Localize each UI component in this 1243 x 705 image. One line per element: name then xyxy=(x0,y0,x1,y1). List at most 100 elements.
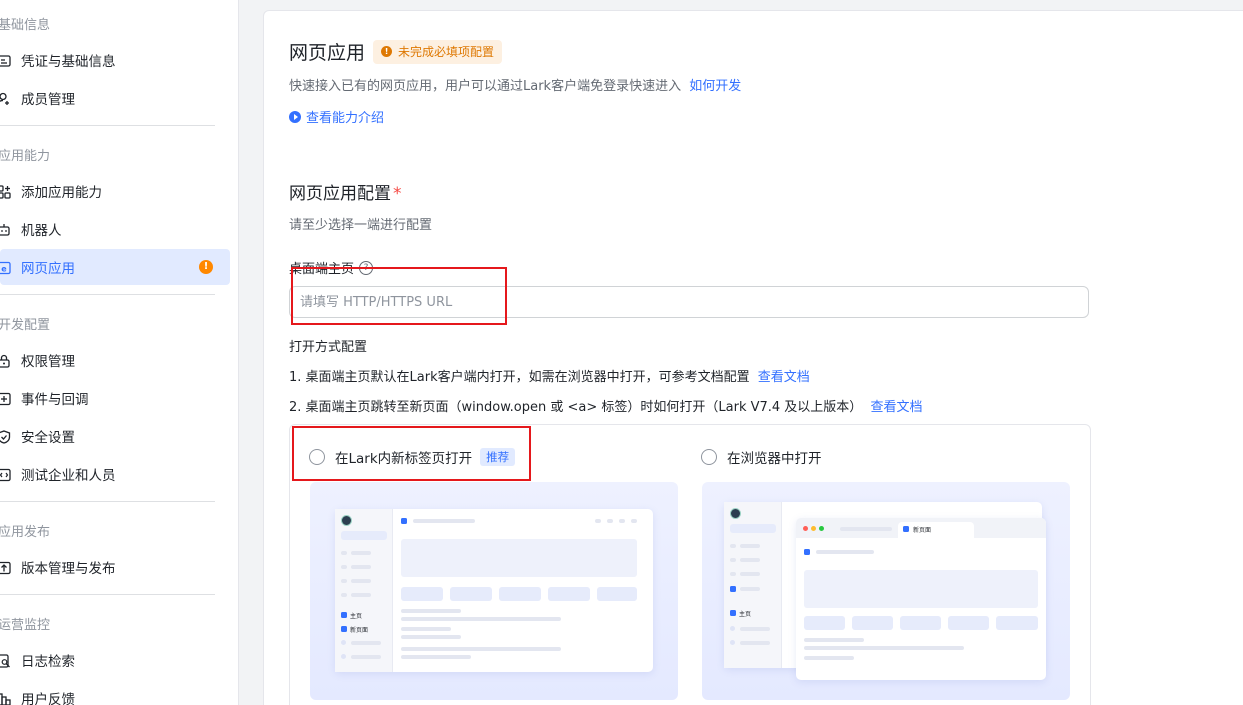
page-square-icon xyxy=(401,518,407,524)
option-label: 在Lark内新标签页打开 xyxy=(335,451,473,467)
preview-search xyxy=(730,524,776,533)
minimize-dot-icon xyxy=(811,526,816,531)
config-section-title: 网页应用配置 * xyxy=(289,179,402,204)
preview-bar xyxy=(740,627,770,631)
preview-block xyxy=(948,616,989,630)
preview-block xyxy=(597,587,637,601)
desktop-home-label-text: 桌面端主页 xyxy=(289,262,355,277)
tab-square-icon xyxy=(903,526,909,532)
how-to-develop-link[interactable]: 如何开发 xyxy=(689,79,741,94)
group-title-basic-info: 基础信息 xyxy=(0,18,51,33)
preview-bar xyxy=(341,579,347,583)
sidebar-item-permissions[interactable]: 权限管理 xyxy=(0,342,230,378)
open-mode-note-1: 1. 桌面端主页默认在Lark客户端内打开，如需在浏览器中打开，可参考文档配置 … xyxy=(289,366,810,385)
preview-block xyxy=(548,587,590,601)
sidebar-divider xyxy=(0,594,215,595)
preview-block xyxy=(804,570,1038,608)
preview-block xyxy=(804,616,845,630)
sidebar-divider xyxy=(0,125,215,126)
preview-block xyxy=(499,587,541,601)
main-panel: 网页应用 ! 未完成必填项配置 快速接入已有的网页应用，用户可以通过Lark客户… xyxy=(263,10,1243,705)
sidebar-item-add-capability[interactable]: 添加应用能力 xyxy=(0,173,230,209)
home-square-icon xyxy=(341,612,347,618)
description-text: 快速接入已有的网页应用，用户可以通过Lark客户端免登录快速进入 xyxy=(289,79,682,94)
desktop-home-url-input[interactable] xyxy=(289,286,1089,318)
preview-bar xyxy=(619,519,625,523)
sidebar-item-label: 事件与回调 xyxy=(21,392,89,408)
sidebar-item-credentials[interactable]: 凭证与基础信息 xyxy=(0,42,230,78)
help-icon[interactable]: ? xyxy=(359,260,374,275)
log-search-icon xyxy=(0,653,11,668)
group-title-monitoring: 运营监控 xyxy=(0,618,51,633)
sidebar-item-feedback[interactable]: 用户反馈 xyxy=(0,680,230,705)
preview-bar xyxy=(730,544,736,548)
option-open-in-lark-tab[interactable]: 在Lark内新标签页打开 推荐 xyxy=(309,447,516,467)
sidebar-item-label: 安全设置 xyxy=(21,430,75,446)
config-subtitle: 请至少选择一端进行配置 xyxy=(289,218,433,233)
preview-bar xyxy=(740,544,760,548)
preview-bar xyxy=(740,558,760,562)
incomplete-config-badge: ! 未完成必填项配置 xyxy=(373,39,503,64)
new-page-square-icon xyxy=(341,626,347,632)
sidebar-item-security[interactable]: 安全设置 xyxy=(0,418,230,454)
preview-dot xyxy=(730,626,735,631)
preview-browser-window: 新页面 xyxy=(796,518,1046,680)
sidebar-item-web-app[interactable]: e 网页应用 ! xyxy=(0,249,230,285)
sidebar-item-test-tenants[interactable]: 测试企业和人员 xyxy=(0,456,230,492)
preview-bar xyxy=(804,656,854,660)
preview-bar xyxy=(607,519,613,523)
preview-bar xyxy=(341,565,347,569)
radio-button[interactable] xyxy=(701,449,717,465)
preview-bar xyxy=(740,572,760,576)
preview-home-label: 主页 xyxy=(350,613,363,620)
sidebar-divider xyxy=(0,501,215,502)
option-open-in-browser[interactable]: 在浏览器中打开 xyxy=(701,447,822,467)
preview-bar xyxy=(401,655,471,659)
event-icon xyxy=(0,391,11,406)
web-app-icon: e xyxy=(0,260,11,275)
preview-block xyxy=(401,539,637,577)
preview-bar xyxy=(740,587,760,591)
group-title-capabilities: 应用能力 xyxy=(0,149,51,164)
sidebar-item-log-search[interactable]: 日志检索 xyxy=(0,642,230,678)
sidebar-item-label: 版本管理与发布 xyxy=(21,561,116,577)
capability-intro-link[interactable]: 查看能力介绍 xyxy=(289,107,384,126)
preview-bar xyxy=(730,558,736,562)
preview-new-page-label: 新页面 xyxy=(350,627,369,634)
preview-bar xyxy=(351,593,371,597)
preview-bar xyxy=(840,527,892,531)
sidebar-item-versions[interactable]: 版本管理与发布 xyxy=(0,549,230,585)
play-icon xyxy=(289,110,301,123)
preview-bar xyxy=(341,551,347,555)
sidebar-item-robot[interactable]: 机器人 xyxy=(0,211,230,247)
sidebar-item-label: 测试企业和人员 xyxy=(21,468,116,484)
group-title-release: 应用发布 xyxy=(0,525,51,540)
warning-icon: ! xyxy=(381,46,393,57)
preview-window: 主页 新页面 xyxy=(335,509,653,672)
sidebar-item-members[interactable]: 成员管理 xyxy=(0,80,230,116)
preview-bar xyxy=(351,641,381,645)
sidebar-item-label: 网页应用 xyxy=(21,261,75,277)
group-title-dev-config: 开发配置 xyxy=(0,318,51,333)
doc-link[interactable]: 查看文档 xyxy=(758,370,810,385)
desktop-home-label: 桌面端主页 ? xyxy=(289,258,374,277)
preview-block xyxy=(996,616,1038,630)
preview-bar xyxy=(351,565,371,569)
preview-bar xyxy=(816,550,874,554)
config-title-text: 网页应用配置 xyxy=(289,184,391,204)
app-root: 基础信息 凭证与基础信息 成员管理 应用能力 添加应用能力 机器人 e 网页应用… xyxy=(0,0,1243,705)
sidebar-item-label: 成员管理 xyxy=(21,92,75,108)
badge-text: 未完成必填项配置 xyxy=(398,45,495,59)
svg-text:e: e xyxy=(1,265,7,274)
radio-button[interactable] xyxy=(309,449,325,465)
preview-dot xyxy=(341,654,346,659)
preview-bar xyxy=(401,647,561,651)
sidebar-item-events[interactable]: 事件与回调 xyxy=(0,380,230,416)
preview-bar xyxy=(351,655,381,659)
open-mode-options: 在Lark内新标签页打开 推荐 在浏览器中打开 主页 新页面 主页 新页面 xyxy=(289,424,1091,705)
doc-link[interactable]: 查看文档 xyxy=(870,400,922,415)
note-1-text: 1. 桌面端主页默认在Lark客户端内打开，如需在浏览器中打开，可参考文档配置 xyxy=(289,370,750,385)
preview-bar xyxy=(804,638,864,642)
title-row: 网页应用 ! 未完成必填项配置 xyxy=(289,38,503,65)
recommended-tag: 推荐 xyxy=(480,448,516,466)
